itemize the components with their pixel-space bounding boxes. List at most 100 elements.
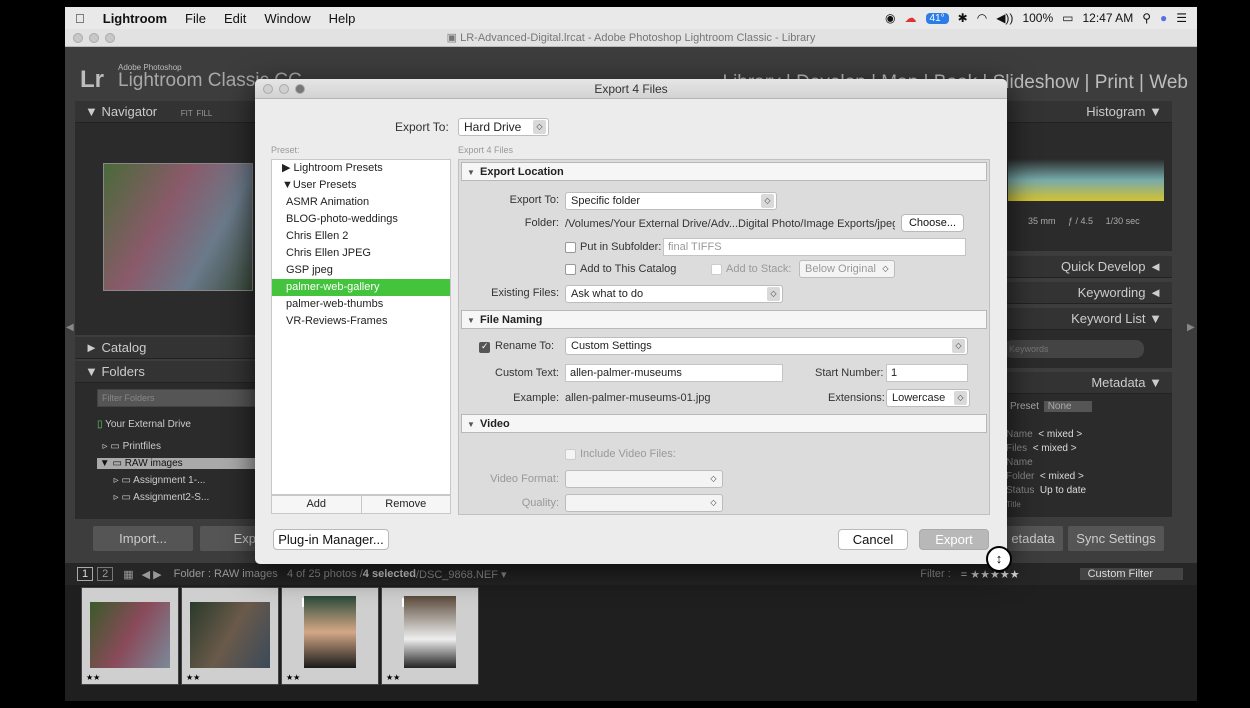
wifi-icon[interactable]: ◠: [977, 11, 987, 25]
sync-metadata-button[interactable]: etadata: [1003, 526, 1063, 551]
folder-filter-input[interactable]: Filter Folders: [97, 389, 257, 407]
subfolder-input[interactable]: final TIFFS: [663, 238, 966, 256]
folder-row[interactable]: ▹ ▭ Assignment2-S...: [97, 492, 210, 503]
navigator-header[interactable]: ▼ Navigator FIT FILL: [75, 101, 275, 123]
back-forward-icon[interactable]: ◀ ▶: [142, 568, 162, 581]
rename-template-select[interactable]: Custom Settings ◇: [565, 337, 968, 355]
preset-item[interactable]: Chris Ellen 2: [272, 228, 450, 245]
spotlight-icon[interactable]: ⚲: [1142, 11, 1151, 25]
menu-file[interactable]: File: [185, 11, 206, 26]
close-window-button[interactable]: [73, 33, 83, 43]
nav-fill[interactable]: FILL: [196, 109, 212, 118]
dialog-minimize-button[interactable]: [279, 84, 289, 94]
custom-text-input[interactable]: allen-palmer-museums: [565, 364, 783, 382]
extensions-select[interactable]: Lowercase ◇: [886, 389, 970, 407]
video-header[interactable]: Video: [461, 414, 987, 434]
add-to-catalog-checkbox[interactable]: [565, 264, 576, 275]
preset-item[interactable]: palmer-web-thumbs: [272, 296, 450, 313]
choose-folder-button[interactable]: Choose...: [901, 214, 964, 232]
temp-badge[interactable]: 41°: [925, 12, 949, 24]
folder-name[interactable]: RAW images: [214, 568, 278, 580]
histogram-header[interactable]: Histogram ▼: [1000, 101, 1172, 123]
add-to-stack-checkbox[interactable]: [711, 264, 722, 275]
import-button[interactable]: Import...: [93, 526, 193, 551]
folder-row[interactable]: ▹ ▭ Assignment 1-...: [97, 475, 206, 486]
existing-files-select[interactable]: Ask what to do ◇: [565, 285, 783, 303]
preset-group-lightroom[interactable]: ▶ Lightroom Presets: [272, 160, 450, 177]
keyword-list-header[interactable]: Keyword List ▼: [1000, 308, 1172, 330]
folder-row-selected[interactable]: ▼ ▭ RAW images: [97, 458, 275, 469]
rename-checkbox[interactable]: [479, 341, 490, 353]
notification-center-icon[interactable]: ☰: [1176, 11, 1187, 25]
metadata-header[interactable]: Metadata ▼: [1000, 372, 1172, 394]
menu-edit[interactable]: Edit: [224, 11, 246, 26]
export-dialog: Export 4 Files Export To: Hard Drive ◇ Pr…: [255, 79, 1007, 564]
keywording-header[interactable]: Keywording ◄: [1000, 282, 1172, 304]
export-dialog-button[interactable]: Export: [919, 529, 989, 550]
battery-percent[interactable]: 100%: [1022, 11, 1053, 25]
custom-filter-select[interactable]: Custom Filter: [1079, 568, 1183, 580]
remove-preset-button[interactable]: Remove: [362, 496, 451, 513]
export-location-header[interactable]: Export Location: [461, 162, 987, 182]
folder-row[interactable]: ▹ ▭ Printfiles: [97, 441, 275, 452]
filmstrip-thumb[interactable]: ★★: [81, 587, 179, 685]
apple-menu-icon[interactable]: : [75, 11, 85, 26]
drive-row[interactable]: ▯ Your External Drive: [97, 419, 191, 430]
sync-settings-button[interactable]: Sync Settings: [1068, 526, 1164, 551]
stack-position-select[interactable]: Below Original ◇: [799, 260, 895, 278]
menu-help[interactable]: Help: [329, 11, 356, 26]
module-print[interactable]: Print: [1095, 72, 1134, 93]
selected-file[interactable]: /DSC_9868.NEF ▾: [416, 568, 507, 581]
filmstrip-thumb[interactable]: ★★: [181, 587, 279, 685]
zoom-window-button[interactable]: [105, 33, 115, 43]
preset-item[interactable]: Chris Ellen JPEG: [272, 245, 450, 262]
left-panel-toggle-icon[interactable]: ◀: [66, 322, 74, 333]
menu-app[interactable]: Lightroom: [103, 11, 167, 26]
record-icon[interactable]: ◉: [885, 11, 895, 25]
quick-develop-header[interactable]: Quick Develop ◄: [1000, 256, 1172, 278]
creative-cloud-icon[interactable]: ☁: [905, 11, 917, 25]
loc-export-to-select[interactable]: Specific folder ◇: [565, 192, 777, 210]
dialog-close-button[interactable]: [263, 84, 273, 94]
preset-item[interactable]: GSP jpeg: [272, 262, 450, 279]
window-1-button[interactable]: 1: [77, 567, 94, 581]
preset-item[interactable]: BLOG-photo-weddings: [272, 211, 450, 228]
filmstrip-thumb[interactable]: 2 ★★: [381, 587, 479, 685]
battery-icon[interactable]: ▭: [1062, 11, 1073, 25]
export-to-select[interactable]: Hard Drive ◇: [458, 118, 549, 136]
preset-item-selected[interactable]: palmer-web-gallery: [272, 279, 450, 296]
cancel-button[interactable]: Cancel: [838, 529, 908, 550]
volume-icon[interactable]: ◀)): [996, 11, 1013, 25]
dialog-zoom-button[interactable]: [295, 84, 305, 94]
siri-icon[interactable]: ●: [1160, 11, 1167, 25]
folder-path[interactable]: /Volumes/Your External Drive/Adv...Digit…: [565, 217, 895, 230]
grid-icon[interactable]: ▦: [123, 568, 133, 581]
add-preset-button[interactable]: Add: [272, 496, 362, 513]
bluetooth-icon[interactable]: ✱: [958, 11, 968, 25]
minimize-window-button[interactable]: [89, 33, 99, 43]
preset-item[interactable]: VR-Reviews-Frames: [272, 313, 450, 330]
export-button[interactable]: Exp: [200, 526, 260, 551]
folders-header[interactable]: ▼ Folders: [75, 361, 275, 383]
video-format-select[interactable]: ◇: [565, 470, 723, 488]
file-naming-header[interactable]: File Naming: [461, 310, 987, 330]
metadata-preset[interactable]: Preset None: [1010, 401, 1092, 412]
menu-window[interactable]: Window: [264, 11, 310, 26]
module-web[interactable]: Web: [1149, 72, 1188, 93]
quality-select[interactable]: ◇: [565, 494, 723, 512]
include-video-checkbox[interactable]: [565, 449, 576, 460]
keyword-filter-input[interactable]: Keywords: [1004, 340, 1144, 358]
clock[interactable]: 12:47 AM: [1082, 11, 1133, 25]
catalog-header[interactable]: ► Catalog: [75, 337, 275, 359]
window-2-button[interactable]: 2: [97, 567, 114, 581]
filmstrip-thumb[interactable]: 2 ★★: [281, 587, 379, 685]
preset-item[interactable]: ASMR Animation: [272, 194, 450, 211]
plugin-manager-button[interactable]: Plug-in Manager...: [273, 529, 389, 550]
subfolder-checkbox[interactable]: [565, 242, 576, 253]
nav-fit[interactable]: FIT: [181, 109, 193, 118]
star-filter[interactable]: = ★★★★★: [961, 568, 1020, 581]
start-number-input[interactable]: 1: [886, 364, 968, 382]
right-panel-toggle-icon[interactable]: ▶: [1187, 322, 1195, 333]
navigator-preview[interactable]: [103, 163, 253, 291]
preset-group-user[interactable]: ▼User Presets: [272, 177, 450, 194]
